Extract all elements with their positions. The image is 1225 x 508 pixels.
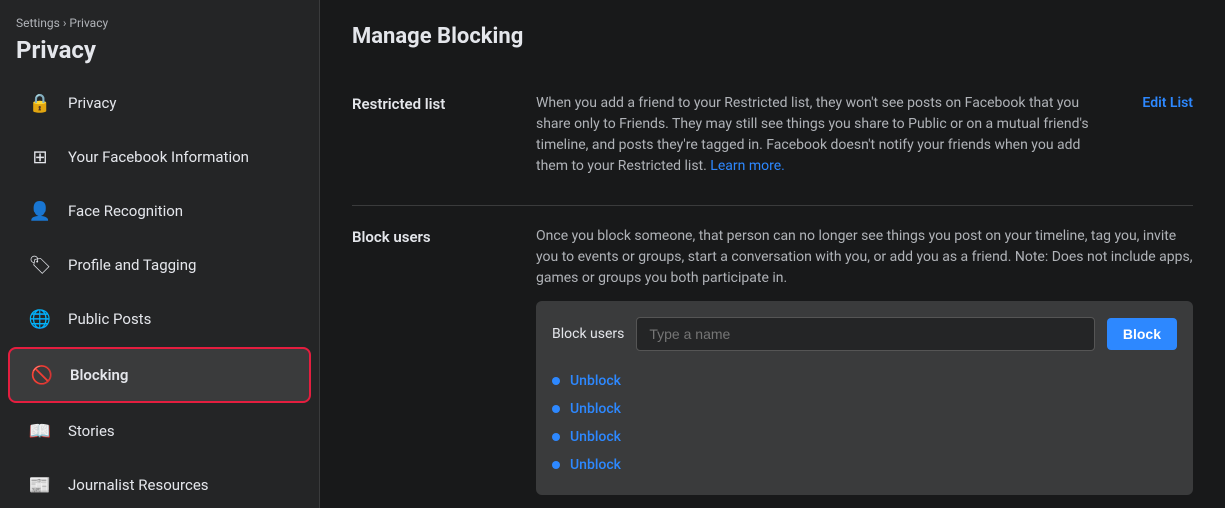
restricted-learn-more-link[interactable]: Learn more. — [710, 158, 785, 174]
unblock-list: Unblock Unblock Unblock Unblock — [552, 367, 1177, 479]
restricted-list-content-row: When you add a friend to your Restricted… — [536, 93, 1193, 185]
list-item: Unblock — [552, 367, 1177, 395]
sidebar-item-your-facebook-information[interactable]: ⊞ Your Facebook Information — [8, 131, 311, 183]
restricted-list-section: Restricted list When you add a friend to… — [352, 73, 1193, 206]
sidebar-item-privacy[interactable]: 🔒 Privacy — [8, 77, 311, 129]
book-icon: 📖 — [24, 415, 56, 447]
newspaper-icon: 📰 — [24, 469, 56, 501]
grid-icon: ⊞ — [24, 141, 56, 173]
bullet-icon — [552, 377, 560, 385]
block-users-label: Block users — [352, 226, 512, 495]
sidebar-item-face-recognition[interactable]: 👤 Face Recognition — [8, 185, 311, 237]
unblock-link-1[interactable]: Unblock — [570, 373, 621, 389]
block-input-area: Block users Block Unblock Unblock — [536, 301, 1193, 495]
face-icon: 👤 — [24, 195, 56, 227]
list-item: Unblock — [552, 451, 1177, 479]
block-input-label: Block users — [552, 326, 624, 342]
list-item: Unblock — [552, 423, 1177, 451]
sidebar-item-stories[interactable]: 📖 Stories — [8, 405, 311, 457]
page-title: Privacy — [0, 34, 319, 76]
sidebar-item-public-posts[interactable]: 🌐 Public Posts — [8, 293, 311, 345]
sidebar: Settings › Privacy Privacy 🔒 Privacy ⊞ Y… — [0, 0, 320, 508]
bullet-icon — [552, 405, 560, 413]
tag-icon: 🏷 — [24, 249, 56, 281]
lock-icon: 🔒 — [24, 87, 56, 119]
sidebar-item-profile-and-tagging[interactable]: 🏷 Profile and Tagging — [8, 239, 311, 291]
bullet-icon — [552, 461, 560, 469]
block-users-input[interactable] — [636, 317, 1095, 351]
globe-icon: 🌐 — [24, 303, 56, 335]
sidebar-item-journalist-resources[interactable]: 📰 Journalist Resources — [8, 459, 311, 508]
edit-list-link[interactable]: Edit List — [1142, 93, 1193, 185]
bullet-icon — [552, 433, 560, 441]
restricted-list-description: When you add a friend to your Restricted… — [536, 93, 1102, 177]
restricted-list-inner: When you add a friend to your Restricted… — [536, 93, 1102, 185]
unblock-link-3[interactable]: Unblock — [570, 429, 621, 445]
block-input-row: Block users Block — [552, 317, 1177, 351]
breadcrumb: Settings › Privacy — [0, 12, 319, 34]
main-heading: Manage Blocking — [352, 24, 1193, 49]
block-users-section: Block users Once you block someone, that… — [352, 206, 1193, 508]
unblock-link-2[interactable]: Unblock — [570, 401, 621, 417]
sidebar-item-blocking[interactable]: 🚫 Blocking — [8, 347, 311, 403]
list-item: Unblock — [552, 395, 1177, 423]
main-content: Manage Blocking Restricted list When you… — [320, 0, 1225, 508]
block-users-description: Once you block someone, that person can … — [536, 226, 1193, 289]
block-users-content: Once you block someone, that person can … — [536, 226, 1193, 495]
block-icon: 🚫 — [26, 359, 58, 391]
unblock-link-4[interactable]: Unblock — [570, 457, 621, 473]
block-button[interactable]: Block — [1107, 318, 1177, 350]
restricted-list-label: Restricted list — [352, 93, 512, 185]
